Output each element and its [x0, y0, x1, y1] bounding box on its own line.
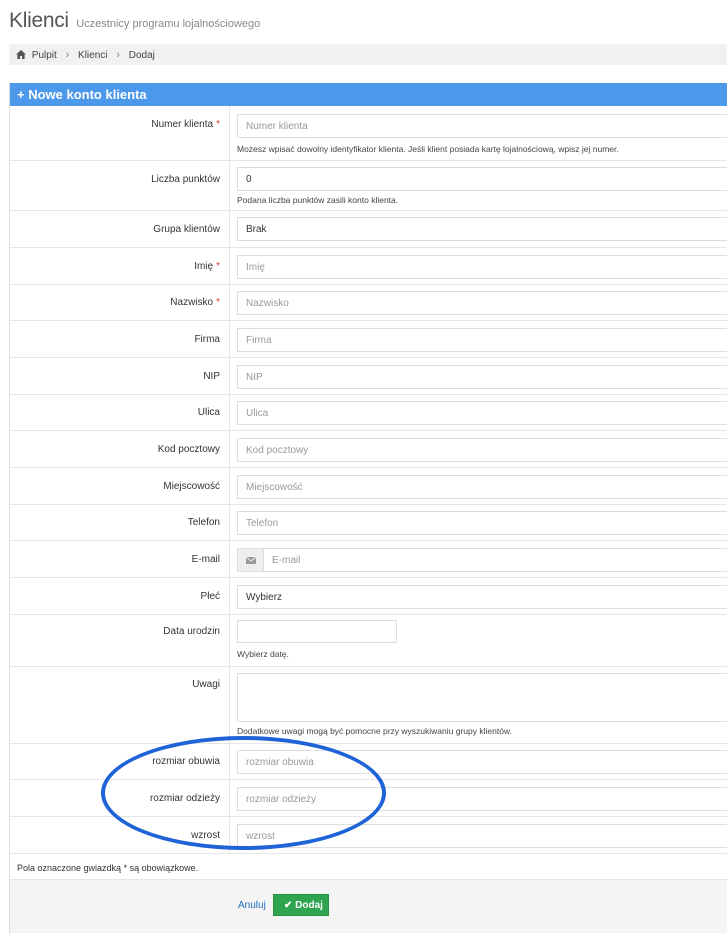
new-client-panel: + Nowe konto klienta Numer klienta * Nume…: [9, 83, 727, 933]
form-row-last-name: Nazwisko * Nazwisko: [10, 285, 727, 321]
postal-code-input[interactable]: Kod pocztowy: [237, 438, 727, 462]
form-row-gender: Płeć Wybierz: [10, 578, 727, 615]
required-marker: *: [216, 297, 220, 308]
shoe-size-input[interactable]: rozmiar obuwia: [237, 750, 727, 774]
form-row-shoe-size: rozmiar obuwia rozmiar obuwia: [10, 744, 727, 780]
form-row-postal-code: Kod pocztowy Kod pocztowy: [10, 431, 727, 468]
points-input[interactable]: 0: [237, 167, 727, 191]
email-addon: [237, 548, 263, 572]
form-row-nip: NIP NIP: [10, 358, 727, 395]
page-subtitle: Uczestnicy programu lojalnościowego: [76, 18, 261, 30]
height-label: wzrost: [191, 830, 220, 841]
email-input[interactable]: E-mail: [263, 548, 727, 572]
points-label: Liczba punktów: [151, 174, 220, 185]
form-row-street: Ulica Ulica: [10, 395, 727, 431]
nip-input[interactable]: NIP: [237, 365, 727, 389]
form-row-group: Grupa klientów Brak: [10, 211, 727, 248]
form-row-phone: Telefon Telefon: [10, 505, 727, 541]
form-row-email: E-mail E-mail: [10, 541, 727, 578]
last-name-input[interactable]: Nazwisko: [237, 291, 727, 315]
last-name-label: Nazwisko *: [170, 297, 220, 308]
gender-label: Płeć: [200, 591, 220, 602]
required-fields-note: Pola oznaczone gwiazdką * są obowiązkowe…: [17, 863, 199, 873]
required-marker: *: [216, 119, 220, 130]
form-row-notes: Uwagi Dodatkowe uwagi mogą być pomocne p…: [10, 667, 727, 744]
street-label: Ulica: [197, 407, 220, 418]
city-input[interactable]: Miejscowość: [237, 475, 727, 499]
client-number-input[interactable]: Numer klienta: [237, 114, 727, 138]
birth-date-input[interactable]: [237, 620, 397, 643]
clothing-size-input[interactable]: rozmiar odzieży: [237, 787, 727, 811]
form-row-height: wzrost wzrost: [10, 817, 727, 854]
chevron-right-icon: ›: [116, 49, 120, 61]
page-header: Klienci Uczestnicy programu lojalnościow…: [0, 0, 727, 40]
phone-input[interactable]: Telefon: [237, 511, 727, 535]
company-label: Firma: [194, 334, 220, 345]
breadcrumb-item-dodaj: Dodaj: [128, 50, 155, 61]
height-input[interactable]: wzrost: [237, 824, 727, 848]
street-input[interactable]: Ulica: [237, 401, 727, 425]
phone-label: Telefon: [187, 517, 220, 528]
add-button[interactable]: ✔ Dodaj: [273, 894, 329, 916]
notes-label: Uwagi: [192, 679, 220, 690]
points-help: Podana liczba punktów zasili konto klien…: [237, 195, 399, 205]
group-select[interactable]: Brak: [237, 217, 727, 241]
group-label: Grupa klientów: [153, 224, 220, 235]
home-icon: [16, 50, 26, 59]
form-row-city: Miejscowość Miejscowość: [10, 468, 727, 505]
envelope-icon: [245, 556, 257, 564]
form-actions: Anuluj ✔ Dodaj: [10, 879, 727, 933]
birth-date-help: Wybierz datę.: [237, 649, 289, 659]
gender-select[interactable]: Wybierz: [237, 585, 727, 609]
birth-date-label: Data urodzin: [163, 626, 220, 637]
add-button-label: Dodaj: [295, 900, 323, 911]
breadcrumb-item-klienci[interactable]: Klienci: [78, 50, 107, 61]
client-number-label: Numer klienta *: [151, 119, 220, 130]
panel-heading: + Nowe konto klienta: [10, 83, 727, 106]
check-icon: ✔: [284, 900, 296, 911]
form-row-birth-date: Data urodzin Wybierz datę.: [10, 615, 727, 667]
page-title: Klienci: [9, 9, 69, 32]
required-marker: *: [216, 261, 220, 272]
cancel-link[interactable]: Anuluj: [238, 900, 266, 911]
first-name-label: Imię *: [194, 261, 220, 272]
form-row-client-number: Numer klienta * Numer klienta Możesz wpis…: [10, 106, 727, 161]
first-name-input[interactable]: Imię: [237, 255, 727, 279]
nip-label: NIP: [203, 371, 220, 382]
breadcrumb-item-pulpit[interactable]: Pulpit: [32, 50, 57, 61]
clothing-size-label: rozmiar odzieży: [149, 793, 220, 804]
client-number-help: Możesz wpisać dowolny identyfikator klie…: [237, 144, 619, 154]
form-row-clothing-size: rozmiar odzieży rozmiar odzieży: [10, 780, 727, 817]
form-row-company: Firma Firma: [10, 321, 727, 358]
email-label: E-mail: [191, 554, 220, 565]
breadcrumb: Pulpit › Klienci › Dodaj: [9, 44, 727, 65]
company-input[interactable]: Firma: [237, 328, 727, 352]
city-label: Miejscowość: [163, 481, 220, 492]
form-row-first-name: Imię * Imię: [10, 248, 727, 285]
shoe-size-label: rozmiar obuwia: [152, 756, 220, 767]
chevron-right-icon: ›: [65, 49, 70, 61]
notes-help: Dodatkowe uwagi mogą być pomocne przy wy…: [237, 726, 512, 736]
form-row-points: Liczba punktów 0 Podana liczba punktów z…: [10, 161, 727, 211]
postal-code-label: Kod pocztowy: [157, 444, 220, 455]
notes-textarea[interactable]: [237, 673, 727, 722]
